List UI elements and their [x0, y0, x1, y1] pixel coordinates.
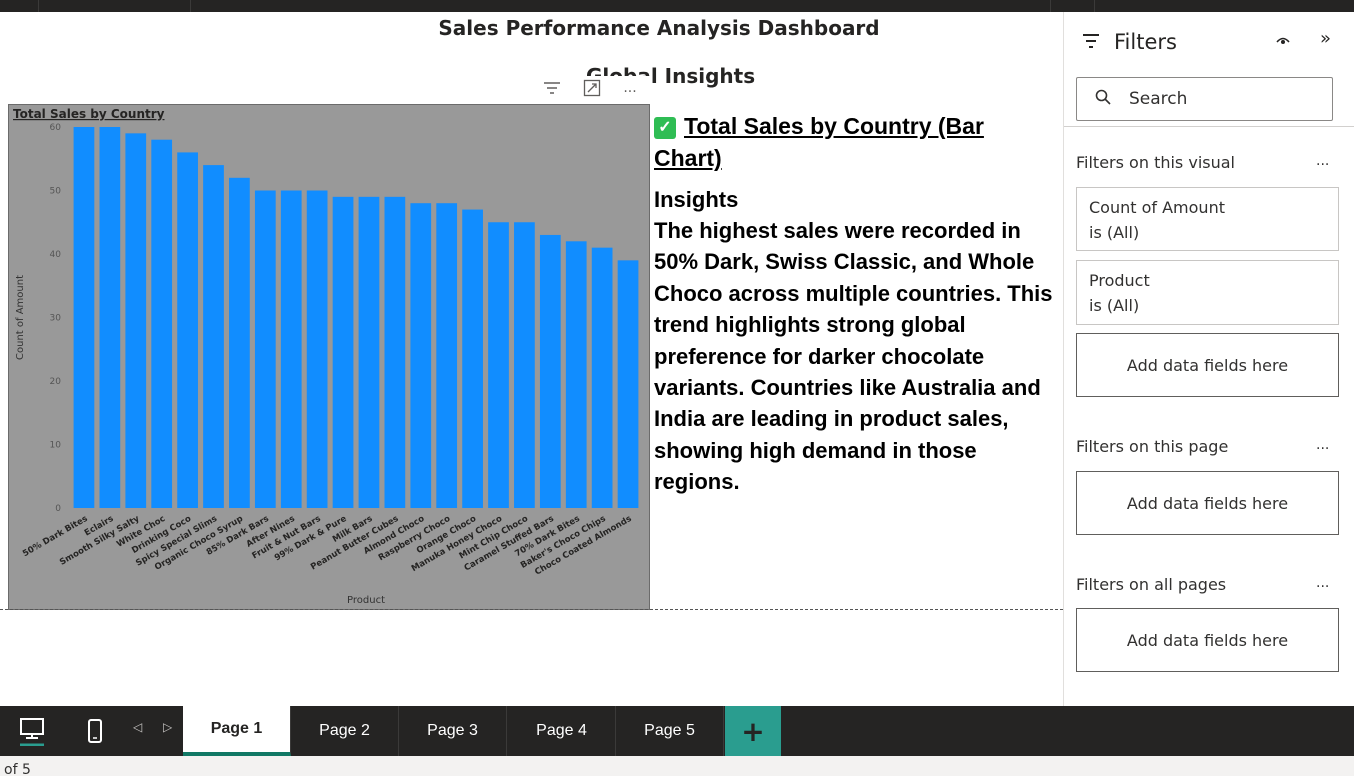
tab-page-5[interactable]: Page 5 — [616, 706, 724, 756]
y-tick-label: 40 — [50, 250, 62, 260]
all-pages-filters-label: Filters on all pages — [1076, 575, 1227, 594]
bar — [306, 190, 328, 508]
filter-icon — [1082, 30, 1100, 54]
search-placeholder: Search — [1129, 89, 1188, 109]
bar — [73, 127, 95, 508]
bar — [125, 133, 147, 508]
tab-page-4[interactable]: Page 4 — [508, 706, 616, 756]
insights-heading: Total Sales by Country (Bar Chart) — [654, 113, 984, 171]
bar — [280, 190, 302, 508]
bar — [565, 241, 587, 509]
visual-divider — [0, 609, 1063, 610]
insights-panel: ✓ Total Sales by Country (Bar Chart) Insi… — [654, 110, 1054, 498]
page-navigation-bar: ◁ ▷ Page 1 Page 2 Page 3 Page 4 Page 5 + — [0, 706, 1354, 756]
all-pages-filters-more[interactable]: ... — [1316, 575, 1329, 591]
bar — [591, 247, 613, 508]
bar — [254, 190, 276, 508]
checkmark-icon: ✓ — [654, 116, 676, 139]
page-filters-label: Filters on this page — [1076, 437, 1229, 456]
filter-card-field: Count of Amount — [1089, 198, 1225, 217]
tab-page-1[interactable]: Page 1 — [183, 706, 291, 756]
next-page-icon[interactable]: ▷ — [163, 720, 172, 734]
bar — [177, 152, 198, 508]
bar — [99, 127, 121, 508]
bar-chart-svg: Total Sales by Country 0 10 20 30 40 50 60 Count… — [13, 107, 639, 606]
bar — [410, 203, 432, 508]
y-tick-label: 50 — [50, 187, 62, 197]
search-icon — [1095, 89, 1111, 110]
filter-card-state: is (All) — [1089, 296, 1140, 315]
insights-heading-row: ✓ Total Sales by Country (Bar Chart) — [654, 110, 1054, 174]
status-bar: of 5 — [0, 756, 1354, 776]
filters-header: Filters — [1082, 28, 1177, 56]
all-pages-drop-zone[interactable]: Add data fields here — [1076, 608, 1339, 672]
bar — [539, 234, 561, 508]
chart-title: Total Sales by Country — [13, 107, 165, 121]
bar — [436, 203, 458, 508]
page-count-text: of 5 — [4, 762, 31, 776]
insights-subheading: Insights — [654, 187, 739, 212]
bar — [514, 222, 535, 508]
focus-mode-icon[interactable] — [580, 76, 604, 100]
y-tick-label: 20 — [50, 377, 62, 387]
page-filters-more[interactable]: ... — [1316, 437, 1329, 453]
top-toolbar — [0, 0, 1354, 12]
more-options-icon[interactable]: ... — [618, 76, 642, 100]
mobile-view-icon[interactable] — [75, 714, 115, 748]
filter-search-input[interactable]: Search — [1076, 77, 1333, 121]
bar — [617, 260, 639, 508]
visual-header: ... — [540, 76, 650, 100]
y-tick-label: 10 — [50, 441, 62, 451]
tab-page-2[interactable]: Page 2 — [291, 706, 399, 756]
insights-body: The highest sales were recorded in 50% D… — [654, 218, 1053, 495]
y-tick-label: 60 — [50, 123, 62, 133]
y-tick-label: 30 — [50, 314, 62, 324]
visual-filters-more[interactable]: ... — [1316, 153, 1329, 169]
bar — [358, 196, 380, 508]
bar — [462, 209, 483, 509]
bar — [203, 165, 224, 508]
filter-separator — [1064, 126, 1354, 127]
previous-page-icon[interactable]: ◁ — [133, 720, 142, 734]
filter-icon[interactable] — [540, 76, 564, 100]
page-drop-zone[interactable]: Add data fields here — [1076, 471, 1339, 535]
visual-filters-label: Filters on this visual — [1076, 153, 1235, 172]
filter-card-count-of-amount[interactable]: Count of Amount is (All) — [1076, 187, 1339, 251]
add-page-button[interactable]: + — [725, 706, 781, 756]
bar — [332, 196, 354, 508]
filter-card-product[interactable]: Product is (All) — [1076, 260, 1339, 325]
eye-icon[interactable] — [1276, 34, 1290, 50]
collapse-pane-icon[interactable]: » — [1320, 28, 1331, 49]
y-axis-label: Count of Amount — [15, 275, 26, 360]
bar — [151, 139, 173, 508]
bar — [384, 196, 406, 508]
bar — [488, 222, 509, 508]
filters-title: Filters — [1114, 30, 1177, 54]
desktop-view-icon[interactable] — [12, 714, 52, 748]
tab-page-3[interactable]: Page 3 — [399, 706, 507, 756]
visual-drop-zone[interactable]: Add data fields here — [1076, 333, 1339, 397]
x-axis-label: Product — [347, 595, 385, 606]
bar — [229, 177, 250, 509]
filter-card-field: Product — [1089, 271, 1150, 290]
y-tick-label: 0 — [55, 504, 61, 514]
filter-card-state: is (All) — [1089, 223, 1140, 242]
bar-chart-visual[interactable]: Total Sales by Country 0 10 20 30 40 50 60 Count… — [8, 104, 650, 610]
filters-pane: Filters » Search Filters on this visual … — [1063, 12, 1354, 706]
